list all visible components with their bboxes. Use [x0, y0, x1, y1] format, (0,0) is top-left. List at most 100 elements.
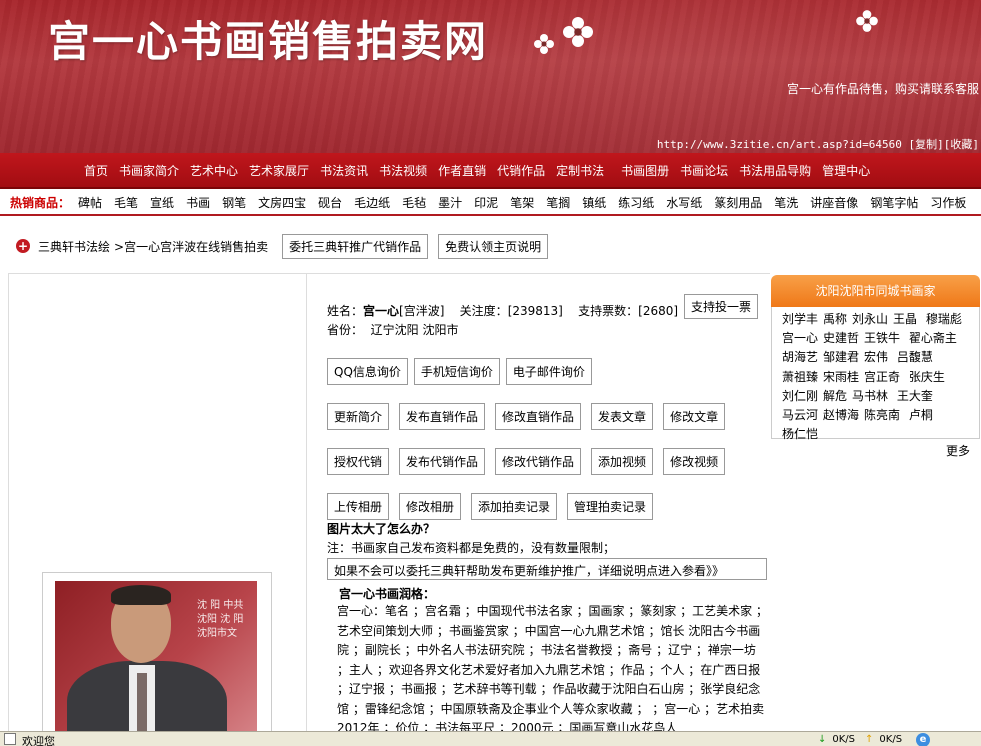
edit-article-button[interactable]: 修改文章 [663, 403, 726, 430]
hot-item[interactable]: 墨汁 [438, 194, 462, 211]
artist-link[interactable]: 杨仁恺 [782, 425, 818, 444]
free-claim-button[interactable]: 免费认领主页说明 [438, 233, 549, 259]
publish-consign-button[interactable]: 发布代销作品 [399, 448, 486, 475]
hot-item[interactable]: 碑帖 [78, 194, 102, 211]
image-too-large-question[interactable]: 图片太大了怎么办？ [327, 520, 435, 537]
page-url-line[interactable]: http://www.3zitie.cn/art.asp?id=64560 [复… [657, 136, 979, 152]
nav-home[interactable]: 首页 [84, 162, 108, 179]
nav-artist-hall[interactable]: 艺术家展厅 [249, 162, 309, 179]
hot-item[interactable]: 习作板 [930, 194, 966, 211]
nav-forum[interactable]: 书画论坛 [680, 162, 728, 179]
artist-link[interactable]: 翟心斋主 [909, 329, 957, 348]
hot-item[interactable]: 宣纸 [150, 194, 174, 211]
nav-album[interactable]: 书画图册 [621, 162, 669, 179]
commission-help-link[interactable]: 如果不会可以委托三典轩帮助发布更新维护推广，详细说明点进入参看》》 [327, 558, 767, 580]
artist-photo-frame: 沈 阳 中共沈阳 沈 阳 沈阳市文 [42, 572, 272, 746]
authorize-consign-button[interactable]: 授权代销 [327, 448, 390, 475]
post-article-button[interactable]: 发表文章 [591, 403, 654, 430]
artist-link[interactable]: 宋雨桂 [823, 368, 859, 387]
artist-link[interactable]: 解危 [823, 387, 847, 406]
nav-artist-intro[interactable]: 书画家简介 [119, 162, 179, 179]
artist-link[interactable]: 马书林 [852, 387, 888, 406]
hot-item[interactable]: 砚台 [318, 194, 342, 211]
bio-text: 宫一心：笔名 ；宫名霜 ；中国现代书法名家 ；国画家 ；篆刻家 ；工艺美术家 ；… [337, 604, 768, 735]
hot-item[interactable]: 毛毡 [402, 194, 426, 211]
votes-count: [2680] [638, 304, 679, 318]
artist-link[interactable]: 王铁牛 [864, 329, 900, 348]
hot-item[interactable]: 篆刻用品 [714, 194, 762, 211]
publish-direct-button[interactable]: 发布直销作品 [399, 403, 486, 430]
nav-art-center[interactable]: 艺术中心 [190, 162, 238, 179]
artist-link[interactable]: 张庆生 [909, 368, 945, 387]
center-panel: 姓名：宫一心[宫泮波] 关注度：[239813] 支持票数：[2680] 支持投… [307, 273, 770, 746]
hot-item[interactable]: 毛边纸 [354, 194, 390, 211]
artist-link[interactable]: 宏伟 [864, 348, 888, 367]
hot-item[interactable]: 钢笔 [222, 194, 246, 211]
more-artists-link[interactable]: 更多 [771, 442, 980, 459]
hot-item[interactable]: 水写纸 [666, 194, 702, 211]
edit-consign-button[interactable]: 修改代销作品 [495, 448, 582, 475]
artist-photo[interactable]: 沈 阳 中共沈阳 沈 阳 沈阳市文 [55, 581, 257, 746]
flower-icon [563, 17, 593, 47]
vote-button[interactable]: 支持投一票 [684, 294, 759, 319]
hot-item[interactable]: 钢笔字帖 [870, 194, 918, 211]
email-inquiry-button[interactable]: 电子邮件询价 [505, 358, 592, 385]
artist-link[interactable]: 邹建君 [823, 348, 859, 367]
artist-link[interactable]: 宫一心 [782, 329, 818, 348]
site-banner: 宫一心书画销售拍卖网 宫一心有作品待售，购买请联系客服 http://www.3… [0, 0, 981, 153]
artist-link[interactable]: 刘永山 [852, 310, 888, 329]
artist-link[interactable]: 禹称 [823, 310, 847, 329]
edit-direct-button[interactable]: 修改直销作品 [495, 403, 582, 430]
edit-video-button[interactable]: 修改视频 [663, 448, 726, 475]
hot-item[interactable]: 毛笔 [114, 194, 138, 211]
nav-custom-calligraphy[interactable]: 定制书法 [556, 162, 604, 179]
breadcrumb-root[interactable]: 三典轩书法绘 [38, 238, 110, 255]
nav-calligraphy-video[interactable]: 书法视频 [379, 162, 427, 179]
name-label: 姓名： [327, 304, 364, 318]
hot-products-label: 热销商品： [10, 195, 71, 210]
nav-author-direct[interactable]: 作者直销 [438, 162, 486, 179]
city-artists-header: 沈阳沈阳市同城书画家 [771, 275, 980, 307]
hot-item[interactable]: 书画 [186, 194, 210, 211]
province-line: 省份： 辽宁沈阳 沈阳市 [327, 321, 458, 338]
artist-info-line: 姓名：宫一心[宫泮波] 关注度：[239813] 支持票数：[2680] [327, 302, 678, 319]
download-arrow-icon: ↓ [818, 734, 827, 745]
hot-item[interactable]: 讲座音像 [810, 194, 858, 211]
nav-calligraphy-news[interactable]: 书法资讯 [320, 162, 368, 179]
update-bio-button[interactable]: 更新简介 [327, 403, 390, 430]
add-video-button[interactable]: 添加视频 [591, 448, 654, 475]
nav-supplies-guide[interactable]: 书法用品导购 [739, 162, 811, 179]
hot-item[interactable]: 文房四宝 [258, 194, 306, 211]
artist-link[interactable]: 王大奎 [897, 387, 933, 406]
artist-link[interactable]: 刘学丰 [782, 310, 818, 329]
commission-promo-button[interactable]: 委托三典轩推广代销作品 [282, 233, 429, 259]
upload-album-button[interactable]: 上传相册 [327, 493, 390, 520]
artist-link[interactable]: 陈亮南 [864, 406, 900, 425]
artist-link[interactable]: 吕馥慧 [897, 348, 933, 367]
hot-item[interactable]: 笔架 [510, 194, 534, 211]
artist-link[interactable]: 宫正奇 [864, 368, 900, 387]
artist-link[interactable]: 赵博海 [823, 406, 859, 425]
sms-inquiry-button[interactable]: 手机短信询价 [413, 358, 500, 385]
nav-admin-center[interactable]: 管理中心 [822, 162, 870, 179]
nav-consign-works[interactable]: 代销作品 [497, 162, 545, 179]
artist-link[interactable]: 王晶 [893, 310, 917, 329]
artist-link[interactable]: 胡海艺 [782, 348, 818, 367]
hot-item[interactable]: 笔搁 [546, 194, 570, 211]
add-auction-button[interactable]: 添加拍卖记录 [471, 493, 558, 520]
ie-icon[interactable]: e [916, 732, 931, 746]
manage-auction-button[interactable]: 管理拍卖记录 [567, 493, 654, 520]
artist-link[interactable]: 萧祖臻 [782, 368, 818, 387]
hot-item[interactable]: 练习纸 [618, 194, 654, 211]
artist-link[interactable]: 卢桐 [909, 406, 933, 425]
hot-item[interactable]: 印泥 [474, 194, 498, 211]
edit-album-button[interactable]: 修改相册 [399, 493, 462, 520]
artist-link[interactable]: 穆瑞彪 [926, 310, 962, 329]
qq-inquiry-button[interactable]: QQ信息询价 [327, 358, 408, 385]
artist-link[interactable]: 马云河 [782, 406, 818, 425]
hot-item[interactable]: 笔洗 [774, 194, 798, 211]
hot-item[interactable]: 镇纸 [582, 194, 606, 211]
artist-link[interactable]: 史建哲 [823, 329, 859, 348]
artist-link[interactable]: 刘仁刚 [782, 387, 818, 406]
contact-buttons: QQ信息询价 手机短信询价 电子邮件询价 [327, 358, 598, 385]
